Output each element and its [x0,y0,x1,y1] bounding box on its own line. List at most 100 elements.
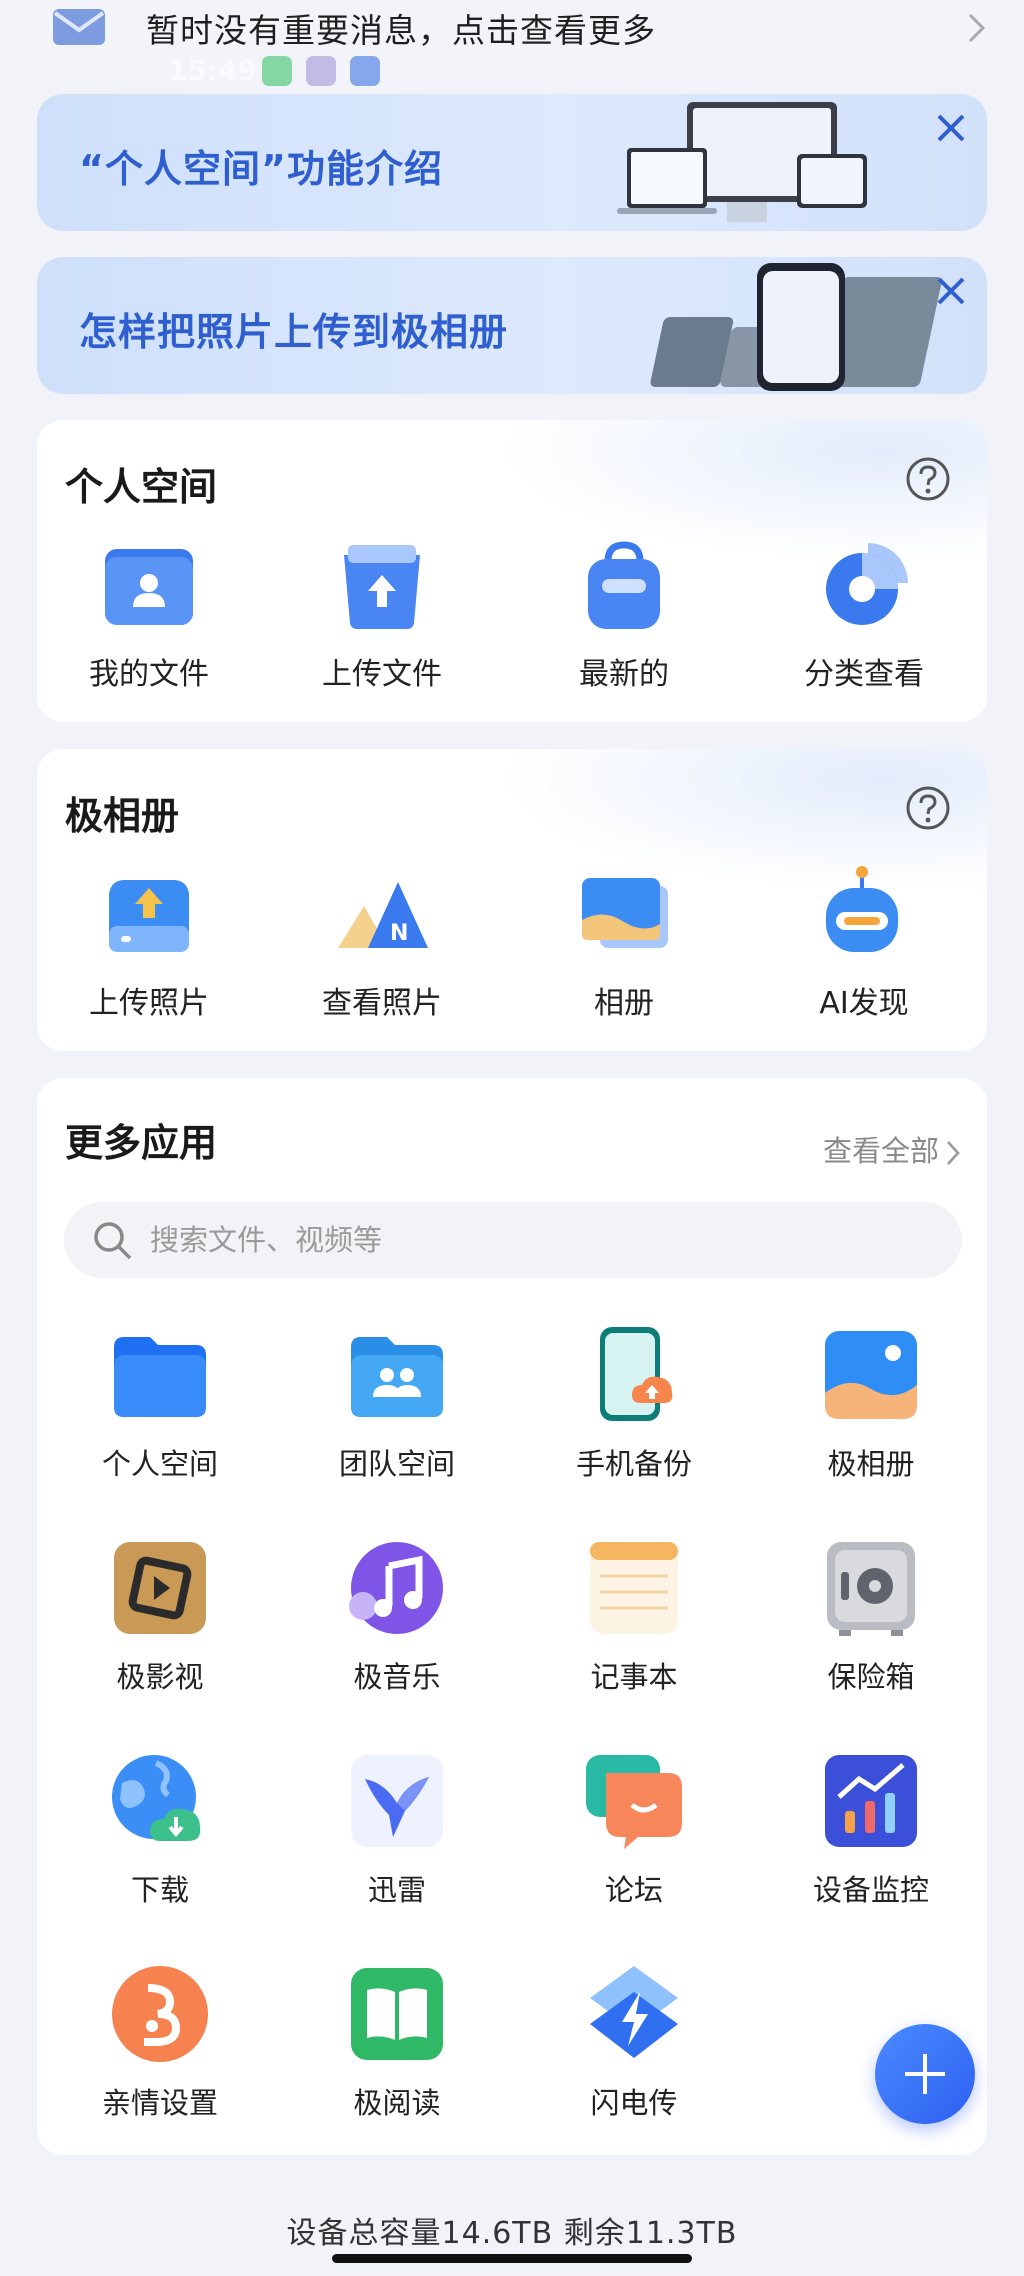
chevron-right-icon[interactable] [966,12,988,44]
notification-bar[interactable]: 暂时没有重要消息，点击查看更多 15:49 [0,0,1024,88]
my-files-tile[interactable]: 我的文件 [49,535,249,693]
thunder-bird-icon [351,1755,443,1847]
help-icon[interactable] [905,456,951,502]
photo-album-card: 极相册 上传照片 N 查看照片 相册 AI发现 [37,749,987,1051]
app-forum[interactable]: 论坛 [529,1749,739,1909]
app-label: 设备监控 [812,1873,929,1907]
recent-tile[interactable]: 最新的 [524,535,724,693]
upload-folder-icon [344,545,420,629]
app-label: 记事本 [590,1660,678,1694]
app-label: 保险箱 [827,1660,915,1694]
tile-label: 相册 [594,986,654,1021]
more-apps-card: 更多应用 查看全部 个人空间 团队空间 手机备份 [37,1078,987,2155]
app-thunder[interactable]: 迅雷 [292,1749,502,1909]
folder-user-icon [105,549,193,625]
banner-title: “个人空间”功能介绍 [79,147,443,191]
tile-label: 查看照片 [322,986,442,1021]
banner-upload-photos-guide[interactable]: 怎样把照片上传到极相册 [37,257,987,394]
book-icon [351,1968,443,2060]
app-device-monitor[interactable]: 设备监控 [766,1749,976,1909]
team-folder-icon [351,1337,443,1417]
tile-label: AI发现 [819,986,909,1021]
app-flash-transfer[interactable]: 闪电传 [529,1962,739,2122]
app-video[interactable]: 极影视 [55,1536,265,1696]
app-reading[interactable]: 极阅读 [292,1962,502,2122]
status-bar: 15:49 [160,54,960,90]
app-icon [306,56,336,86]
category-tile[interactable]: 分类查看 [764,535,964,693]
search-input[interactable] [150,1214,910,1266]
app-label: 极影视 [116,1660,204,1694]
ai-robot-icon [826,866,898,952]
tile-label: 上传照片 [89,986,209,1021]
upload-photo-icon [109,880,189,952]
app-phone-backup[interactable]: 手机备份 [529,1323,739,1483]
video-icon [114,1542,206,1634]
app-family-settings[interactable]: 亲情设置 [55,1962,265,2122]
view-all-label: 查看全部 [822,1134,939,1168]
folder-icon [114,1337,206,1417]
app-label: 极阅读 [353,2086,441,2120]
upload-photos-tile[interactable]: 上传照片 [49,864,249,1022]
music-icon [349,1542,443,1634]
section-title: 个人空间 [65,465,218,509]
add-fab-button[interactable] [875,2024,975,2124]
app-label: 团队空间 [338,1447,455,1481]
close-icon[interactable] [933,110,969,146]
app-download[interactable]: 下载 [55,1749,265,1909]
app-label: 闪电传 [590,2086,678,2120]
app-label: 亲情设置 [101,2086,218,2120]
monitor-chart-icon [825,1755,917,1847]
app-safe[interactable]: 保险箱 [766,1536,976,1696]
tile-label: 上传文件 [322,657,442,692]
app-label: 极音乐 [353,1660,441,1694]
album-icon [582,878,668,948]
personal-space-card: 个人空间 我的文件 上传文件 最新的 分类查看 [37,420,987,722]
app-label: 迅雷 [367,1873,426,1907]
tile-label: 最新的 [579,657,669,692]
status-time: 15:49 [168,54,258,87]
help-icon[interactable] [905,785,951,831]
tile-label: 分类查看 [804,657,924,692]
app-team-space[interactable]: 团队空间 [292,1323,502,1483]
app-personal-space[interactable]: 个人空间 [55,1323,265,1483]
notepad-icon [590,1542,678,1634]
lightning-icon [590,1966,678,2058]
app-photo-album[interactable]: 极相册 [766,1323,976,1483]
chevron-right-icon [947,1141,960,1165]
tile-label: 我的文件 [89,657,209,692]
banner-personal-space-intro[interactable]: “个人空间”功能介绍 [37,94,987,231]
forum-chat-icon [586,1755,682,1849]
download-globe-icon [112,1755,201,1841]
storage-summary: 设备总容量14.6TB 剩余11.3TB [286,2216,738,2251]
mail-icon [53,9,105,45]
notification-text: 暂时没有重要消息，点击查看更多 [146,11,656,50]
app-music[interactable]: 极音乐 [292,1536,502,1696]
upload-files-tile[interactable]: 上传文件 [282,535,482,693]
app-label: 个人空间 [101,1447,218,1481]
family-icon [112,1966,208,2062]
section-title: 极相册 [65,794,180,838]
app-label: 极相册 [827,1447,915,1481]
close-icon[interactable] [933,273,969,309]
pie-category-icon [826,543,908,625]
plus-icon [905,2054,945,2094]
recent-bag-icon [588,541,660,629]
app-icon [350,56,380,86]
phone-photos-illustration [650,263,942,391]
search-bar[interactable] [64,1202,962,1278]
wechat-icon [262,56,292,86]
view-all-link[interactable]: 查看全部 [823,1128,961,1170]
photo-album-icon [825,1331,917,1419]
app-notepad[interactable]: 记事本 [529,1536,739,1696]
section-title: 更多应用 [65,1121,218,1165]
album-tile[interactable]: 相册 [524,864,724,1022]
phone-backup-icon [600,1327,673,1421]
view-photos-tile[interactable]: N 查看照片 [282,864,482,1022]
home-indicator[interactable] [332,2254,692,2263]
safe-icon [827,1542,915,1636]
app-label: 论坛 [604,1873,663,1907]
app-label: 手机备份 [575,1447,692,1481]
ai-discover-tile[interactable]: AI发现 [764,864,964,1022]
devices-illustration [617,102,867,222]
